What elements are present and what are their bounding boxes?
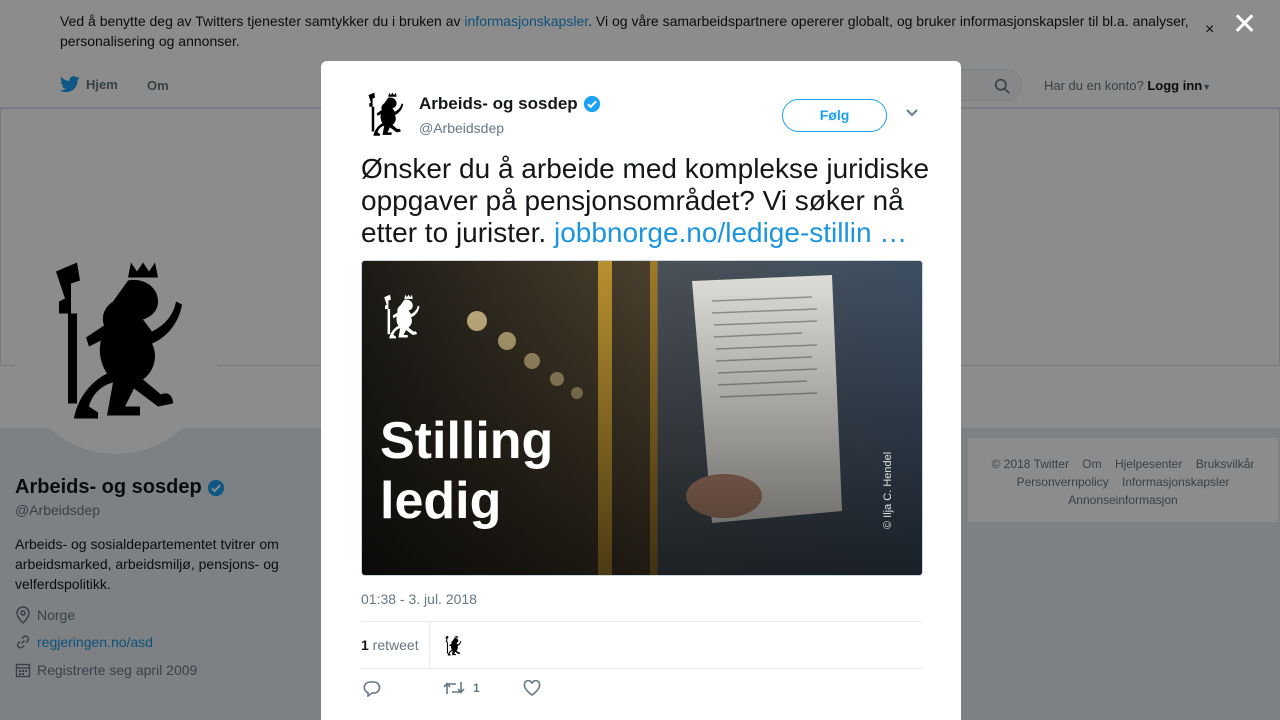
- reply-icon: [363, 681, 381, 697]
- verified-badge-icon: [583, 95, 600, 113]
- tweet-author-avatar[interactable]: [361, 91, 409, 139]
- lion-coat-of-arms-logo: [368, 92, 404, 136]
- tweet-actions: 1: [361, 680, 922, 700]
- retweeter-avatar[interactable]: [443, 635, 463, 662]
- lion-coat-of-arms-logo: [445, 635, 462, 656]
- tweet-text: Ønsker du å arbeide med komplekse juridi…: [361, 153, 941, 249]
- tweet-link[interactable]: jobbnorge.no/ledige-stillin …: [554, 217, 907, 248]
- media-caption-line1: Stilling: [380, 412, 554, 470]
- tweet-author-handle[interactable]: @Arbeidsdep: [419, 120, 504, 136]
- stats-divider: [429, 622, 430, 668]
- retweet-action-count: 1: [473, 681, 480, 695]
- retweet-button[interactable]: 1: [443, 680, 480, 696]
- retweet-stat-label: retweet: [368, 637, 419, 653]
- chevron-down-icon[interactable]: [905, 108, 919, 118]
- tweet-timestamp[interactable]: 01:38 - 3. jul. 2018: [361, 591, 477, 607]
- close-icon[interactable]: ✕: [1232, 8, 1257, 42]
- retweet-icon: [443, 682, 465, 694]
- like-button[interactable]: [523, 680, 541, 696]
- photo-credit: © Ilja C. Hendel: [882, 451, 894, 529]
- retweet-stat[interactable]: 1 retweet: [361, 637, 419, 653]
- tweet-modal: Arbeids- og sosdep @Arbeidsdep Følg Ønsk…: [321, 61, 961, 720]
- tweet-stats: 1 retweet: [361, 621, 922, 669]
- tweet-author-name[interactable]: Arbeids- og sosdep: [419, 94, 601, 114]
- reply-button[interactable]: [363, 680, 381, 697]
- media-caption-line2: ledig: [380, 472, 502, 530]
- tweet-author-name-text: Arbeids- og sosdep: [419, 94, 578, 113]
- retweet-stat-count: 1: [361, 637, 369, 653]
- heart-icon: [523, 680, 541, 696]
- follow-button[interactable]: Følg: [782, 99, 887, 132]
- tweet-media-image[interactable]: Stilling ledig © Ilja C. Hendel: [361, 260, 923, 576]
